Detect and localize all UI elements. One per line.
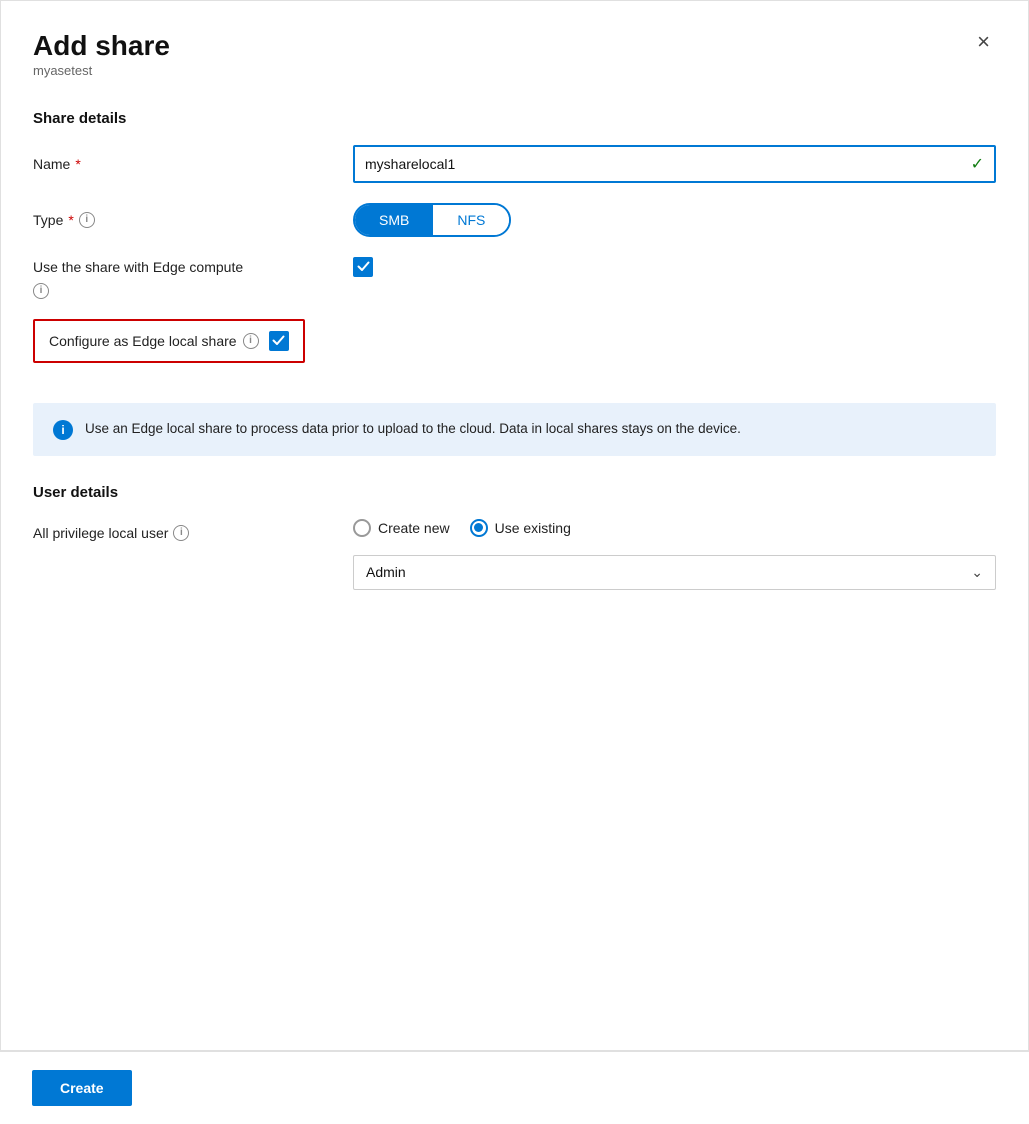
edge-local-info-icon: i — [243, 333, 259, 349]
name-valid-icon: ✓ — [971, 154, 984, 174]
all-privilege-info-icon: i — [173, 525, 189, 541]
radio-use-existing-label: Use existing — [495, 520, 571, 536]
dialog-title: Add share — [33, 29, 170, 63]
edge-compute-checkbox[interactable] — [353, 257, 373, 277]
info-box-text: Use an Edge local share to process data … — [85, 419, 741, 439]
name-label: Name * — [33, 156, 353, 172]
user-details-section-title: User details — [33, 484, 996, 501]
edge-compute-label: Use the share with Edge compute — [33, 259, 353, 275]
close-button[interactable]: × — [971, 29, 996, 55]
edge-compute-info-icon: i — [33, 283, 49, 299]
create-button[interactable]: Create — [32, 1070, 132, 1106]
user-dropdown-wrapper: Admin ⌄ — [353, 555, 996, 590]
edge-local-share-box: Configure as Edge local share i — [33, 319, 305, 363]
user-dropdown[interactable]: Admin ⌄ — [353, 555, 996, 590]
info-box: i Use an Edge local share to process dat… — [33, 403, 996, 456]
edge-compute-checkbox-wrapper — [353, 257, 373, 277]
edge-local-checkbox[interactable] — [269, 331, 289, 351]
name-input-display[interactable]: mysharelocal1 ✓ — [353, 145, 996, 183]
radio-use-existing-circle — [470, 519, 488, 537]
radio-group: Create new Use existing — [353, 519, 996, 537]
radio-use-existing[interactable]: Use existing — [470, 519, 571, 537]
dialog-subtitle: myasetest — [33, 63, 170, 78]
type-toggle-group: SMB NFS — [353, 203, 511, 237]
type-required-star: * — [68, 212, 73, 228]
dropdown-chevron-icon: ⌄ — [971, 564, 983, 581]
edge-local-label: Configure as Edge local share i — [49, 333, 259, 349]
share-details-section-title: Share details — [33, 110, 996, 127]
radio-create-new-circle — [353, 519, 371, 537]
type-smb-button[interactable]: SMB — [355, 205, 433, 235]
name-required-star: * — [75, 156, 80, 172]
all-privilege-label: All privilege local user i — [33, 525, 353, 541]
info-box-icon: i — [53, 420, 73, 440]
type-info-icon: i — [79, 212, 95, 228]
type-label: Type * i — [33, 212, 353, 228]
name-input-value: mysharelocal1 — [365, 156, 455, 172]
radio-create-new[interactable]: Create new — [353, 519, 450, 537]
radio-create-new-label: Create new — [378, 520, 450, 536]
dialog-footer: Create — [0, 1051, 1029, 1124]
radio-use-existing-dot — [474, 523, 483, 532]
type-nfs-button[interactable]: NFS — [433, 205, 509, 235]
user-dropdown-value: Admin — [366, 564, 406, 580]
